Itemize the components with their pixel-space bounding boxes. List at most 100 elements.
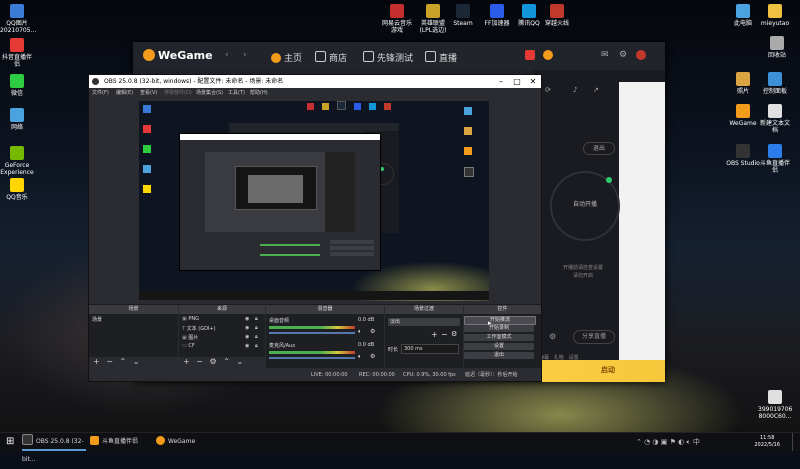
menu-view[interactable]: 查看(V) [140, 88, 157, 98]
desktop-icon[interactable]: 英雄联盟 (LPL选边) [416, 4, 450, 34]
desktop-icon[interactable]: QQ图片 20210705... [0, 4, 36, 34]
desktop-icon[interactable]: 新建文本文档 [758, 104, 792, 134]
windows-start-icon[interactable]: ⊞ [6, 433, 14, 451]
source-item[interactable]: PNG [188, 316, 199, 322]
taskbar-item-douyu[interactable]: 斗鱼直播伴侣 [90, 433, 152, 451]
tray-icons[interactable]: ⌃ ◔ ◑ ▣ ⚑ ◐ 🔈︎ 中 [636, 433, 700, 451]
logout-button[interactable]: 退出 [583, 142, 615, 155]
desktop-icon[interactable]: 网易云音乐 游戏 [380, 4, 414, 34]
menu-help[interactable]: 帮助(H) [250, 88, 268, 98]
volume-slider[interactable] [269, 332, 355, 334]
speaker-icon[interactable]: 🔈︎ [358, 353, 362, 361]
obs-preview-canvas[interactable] [139, 101, 489, 301]
scene-item[interactable]: 场景 [89, 314, 178, 325]
menu-tools[interactable]: 工具(T) [228, 88, 245, 98]
desktop-icon[interactable]: 399019706 8000C60... [758, 390, 792, 420]
lock-icon[interactable]: 🔒︎ [255, 334, 258, 340]
desktop-icon[interactable]: OBS Studio [726, 144, 760, 167]
home-icon [271, 53, 281, 63]
start-streaming-button[interactable]: 开始推流 [464, 316, 536, 325]
move-up-icon[interactable]: ⌃ [120, 357, 127, 366]
transition-select[interactable]: 淡出 [388, 318, 460, 326]
share-icon[interactable]: ↗ [593, 86, 599, 94]
controls-dock: 控件 开始推流 开始录制 工作室模式 设置 退出 ▸ [464, 304, 541, 368]
share-live-button[interactable]: 分享直播 [573, 330, 615, 344]
desktop-icon[interactable]: 网络 [0, 108, 34, 131]
desktop-icon[interactable]: 此电脑 [726, 4, 760, 27]
desktop-icon[interactable]: 回收站 [760, 36, 794, 59]
desktop-icon[interactable]: Steam [446, 4, 480, 27]
visibility-icon[interactable]: ◉ [245, 316, 249, 322]
move-down-icon[interactable]: ⌄ [133, 357, 140, 366]
bell-icon[interactable]: ♪ [573, 86, 577, 94]
refresh-icon[interactable]: ⟳ [545, 86, 551, 94]
gear-icon[interactable]: ⚙ [451, 330, 457, 338]
menu-file[interactable]: 文件(F) [92, 88, 109, 98]
desktop-icon[interactable]: 斗鱼直播伴侣 [758, 144, 792, 174]
show-desktop-button[interactable] [792, 433, 799, 451]
menu-docks[interactable]: 停靠部件(D) [164, 88, 192, 98]
desktop-icon[interactable]: 照片 [726, 72, 760, 95]
exit-button[interactable]: 退出 [464, 352, 534, 359]
desktop-icon[interactable]: GeForce Experience [0, 146, 34, 176]
volume-slider[interactable] [269, 357, 355, 359]
move-down-icon[interactable]: ⌄ [236, 357, 243, 366]
source-item[interactable]: 图片 [188, 335, 198, 341]
start-recording-button[interactable]: 开始录制 [464, 325, 534, 332]
wegame-icon [156, 436, 165, 445]
desktop-icon[interactable]: 抖音直播伴侣 [0, 38, 34, 68]
gear-icon[interactable]: ⚙ [370, 328, 375, 335]
wegame-nav-home[interactable]: 主页 [271, 51, 302, 64]
gear-icon[interactable]: ⚙ [210, 357, 217, 366]
move-up-icon[interactable]: ⌃ [223, 357, 230, 366]
add-icon[interactable]: + [93, 357, 100, 366]
close-icon[interactable]: ✕ [525, 75, 541, 88]
wegame-nav-pioneer[interactable]: 先锋测试 [363, 51, 413, 64]
settings-icon[interactable]: ⚙ [619, 50, 627, 60]
message-icon[interactable]: ✉ [601, 50, 609, 60]
game-icon[interactable] [543, 50, 553, 60]
add-icon[interactable]: + [431, 330, 438, 339]
add-icon[interactable]: + [183, 357, 190, 366]
desktop-icon[interactable]: mieyutao [758, 4, 792, 27]
lock-icon[interactable]: 🔒︎ [255, 316, 258, 322]
auto-start-ring[interactable]: 自动开播 [550, 171, 620, 241]
lock-icon[interactable]: 🔒︎ [255, 325, 258, 331]
lock-icon[interactable]: 🔒︎ [255, 343, 258, 349]
visibility-icon[interactable]: ◉ [245, 343, 249, 349]
forward-icon[interactable]: › [243, 50, 247, 60]
game-icon[interactable] [525, 50, 535, 60]
source-item[interactable]: CF [188, 343, 194, 349]
source-item[interactable]: 文本 (GDI+) [187, 326, 216, 332]
taskbar-clock[interactable]: 11:58 2022/5/16 [754, 435, 780, 449]
visibility-icon[interactable]: ◉ [245, 334, 249, 340]
studio-mode-button[interactable]: 工作室模式 [464, 334, 534, 341]
taskbar-item-wegame[interactable]: WeGame [156, 433, 206, 451]
visibility-icon[interactable]: ◉ [245, 325, 249, 331]
desktop-icon[interactable]: 穿越火线 [540, 4, 574, 27]
minimize-icon[interactable]: – [493, 75, 509, 88]
desktop-icon[interactable]: WeGame [726, 104, 760, 127]
obs-window[interactable]: OBS 25.0.8 (32-bit, windows) - 配置文件: 未命名… [88, 74, 542, 382]
menu-scene-collection[interactable]: 场景集合(S) [196, 88, 223, 98]
settings-button[interactable]: 设置 [464, 343, 534, 350]
desktop-icon[interactable]: 控制面板 [758, 72, 792, 95]
settings-icon[interactable]: ⚙ [549, 332, 556, 341]
avatar[interactable] [636, 50, 646, 60]
speaker-icon[interactable]: 🔈︎ [358, 328, 362, 336]
back-icon[interactable]: ‹ [225, 50, 229, 60]
wegame-logo[interactable]: WeGame [143, 49, 213, 62]
remove-icon[interactable]: − [196, 357, 203, 366]
remove-icon[interactable]: − [106, 357, 113, 366]
desktop-icon[interactable]: FF加速器 [480, 4, 514, 27]
desktop-icon[interactable]: QQ音乐 [0, 178, 34, 201]
desktop-icon[interactable]: 微信 [0, 74, 34, 97]
duration-input[interactable]: 300 ms [401, 344, 459, 354]
gear-icon[interactable]: ⚙ [370, 353, 375, 360]
taskbar-item-obs[interactable]: OBS 25.0.8 (32-bit... [22, 433, 86, 463]
wegame-nav-store[interactable]: 商店 [315, 51, 347, 64]
menu-edit[interactable]: 编辑(E) [116, 88, 133, 98]
wegame-nav-live[interactable]: 直播 [425, 51, 457, 64]
remove-icon[interactable]: − [441, 330, 448, 339]
maximize-icon[interactable]: □ [509, 75, 525, 88]
